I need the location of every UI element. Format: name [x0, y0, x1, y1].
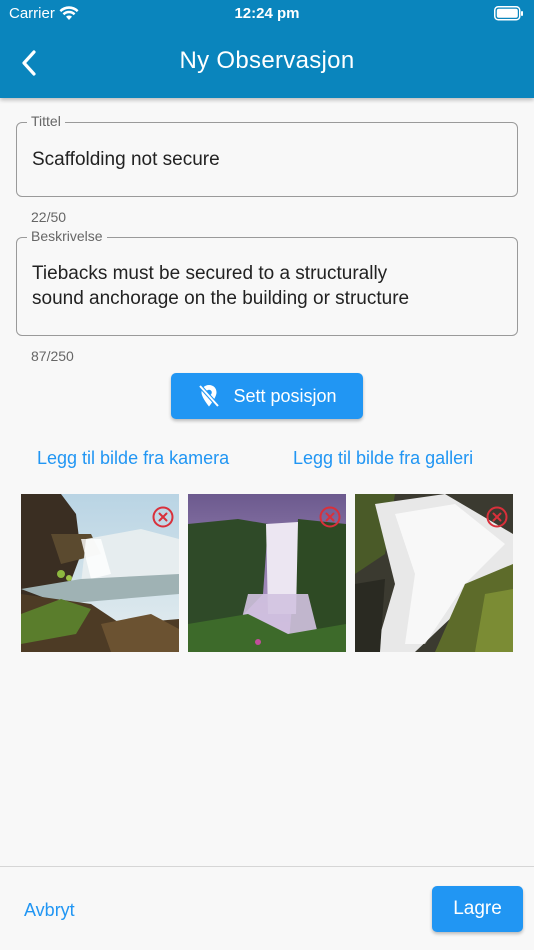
title-field-value[interactable]: Scaffolding not secure: [32, 147, 502, 172]
description-field[interactable]: Beskrivelse Tiebacks must be secured to …: [16, 228, 518, 336]
image-thumbnail-3[interactable]: [355, 494, 513, 652]
remove-circle-icon[interactable]: [319, 506, 341, 528]
bottom-bar: Avbryt Lagre: [0, 866, 534, 950]
app-bar: Carrier 12:24 pm Ny Observasjon: [0, 0, 534, 98]
save-button[interactable]: Lagre: [432, 886, 523, 932]
cancel-button[interactable]: Avbryt: [24, 900, 75, 921]
battery-icon: [494, 6, 524, 25]
title-field[interactable]: Tittel Scaffolding not secure: [16, 113, 518, 197]
remove-circle-icon[interactable]: [152, 506, 174, 528]
set-position-button[interactable]: Sett posisjon: [171, 373, 363, 419]
description-line-1: Tiebacks must be secured to a structural…: [32, 263, 388, 284]
description-char-counter: 87/250: [31, 348, 74, 364]
add-from-camera-link[interactable]: Legg til bilde fra kamera: [37, 448, 229, 469]
title-char-counter: 22/50: [31, 209, 67, 225]
remove-circle-icon[interactable]: [486, 506, 508, 528]
set-position-label: Sett posisjon: [233, 385, 337, 406]
image-thumbnail-1[interactable]: [21, 494, 179, 652]
description-field-label: Beskrivelse: [27, 228, 107, 244]
description-line-2: sound anchorage on the building or struc…: [32, 288, 410, 309]
description-field-value[interactable]: Tiebacks must be secured to a structural…: [32, 261, 502, 311]
location-off-icon: [198, 384, 220, 408]
page-title: Ny Observasjon: [179, 47, 355, 74]
add-from-gallery-link[interactable]: Legg til bilde fra galleri: [293, 448, 473, 469]
status-bar: Carrier 12:24 pm: [0, 0, 534, 28]
clock: 12:24 pm: [234, 5, 300, 22]
title-field-label: Tittel: [27, 113, 65, 129]
image-thumbnail-2[interactable]: [188, 494, 346, 652]
